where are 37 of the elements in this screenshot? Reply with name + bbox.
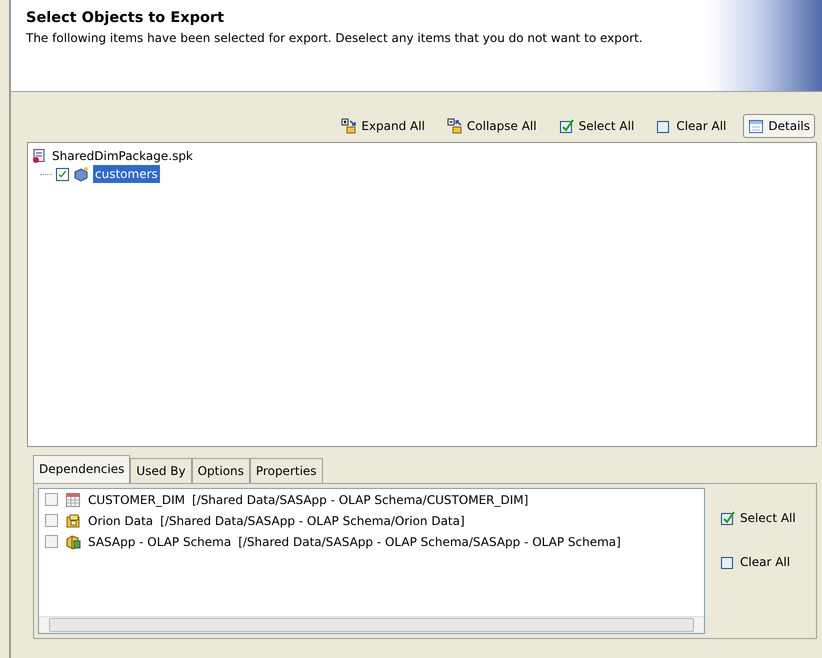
tab[interactable]: Used By — [130, 458, 192, 483]
package-label[interactable]: SharedDimPackage.spk — [52, 147, 193, 165]
tab[interactable]: Options — [192, 458, 250, 483]
dependency-path: [/Shared Data/SASApp - OLAP Schema/Orion Data] — [160, 512, 465, 530]
empty-box-icon — [720, 554, 736, 570]
select-all-button[interactable]: Select All — [715, 506, 801, 530]
dependency-name[interactable]: Orion Data — [88, 512, 154, 530]
schema-icon — [65, 534, 81, 550]
dependency-name[interactable]: CUSTOMER_DIM — [88, 490, 185, 508]
description-text: The following items have been selected for export. Deselect any items that you do not want to export. — [26, 30, 644, 46]
library-icon — [65, 512, 81, 528]
expand-all-button[interactable]: Expand All — [336, 114, 430, 138]
clear-all-button[interactable]: Clear All — [715, 550, 801, 574]
table-icon — [65, 492, 81, 508]
cube-icon — [73, 166, 89, 182]
dependency-checkbox[interactable] — [45, 514, 58, 527]
horizontal-scrollbar[interactable] — [39, 616, 704, 633]
select-all-button[interactable]: Select All — [554, 114, 640, 138]
dependency-checkbox[interactable] — [45, 493, 58, 506]
dependency-path: [/Shared Data/SASApp - OLAP Schema/CUSTOMER_DIM] — [192, 492, 528, 508]
checked-box-icon — [720, 510, 736, 526]
tab[interactable]: Dependencies — [33, 455, 130, 483]
dependency-path: [/Shared Data/SASApp - OLAP Schema/SASApp - OLAP Schema] — [238, 534, 621, 550]
tree-checkbox[interactable] — [56, 168, 69, 180]
collapse-icon — [446, 118, 463, 134]
checked-box-icon — [558, 118, 575, 134]
tab[interactable]: Properties — [250, 458, 323, 483]
dependency-name[interactable]: SASApp - OLAP Schema — [88, 532, 232, 550]
details-button[interactable]: Details — [743, 114, 815, 138]
details-icon — [748, 118, 764, 134]
collapse-all-button[interactable]: Collapse All — [442, 114, 542, 138]
tree-item[interactable]: customers — [93, 165, 160, 183]
dependency-checkbox[interactable] — [45, 535, 58, 548]
expand-icon — [341, 118, 358, 134]
clear-all-button[interactable]: Clear All — [651, 114, 732, 138]
dialog-title: Select Objects to Export — [26, 10, 225, 28]
check-icon — [57, 168, 68, 180]
